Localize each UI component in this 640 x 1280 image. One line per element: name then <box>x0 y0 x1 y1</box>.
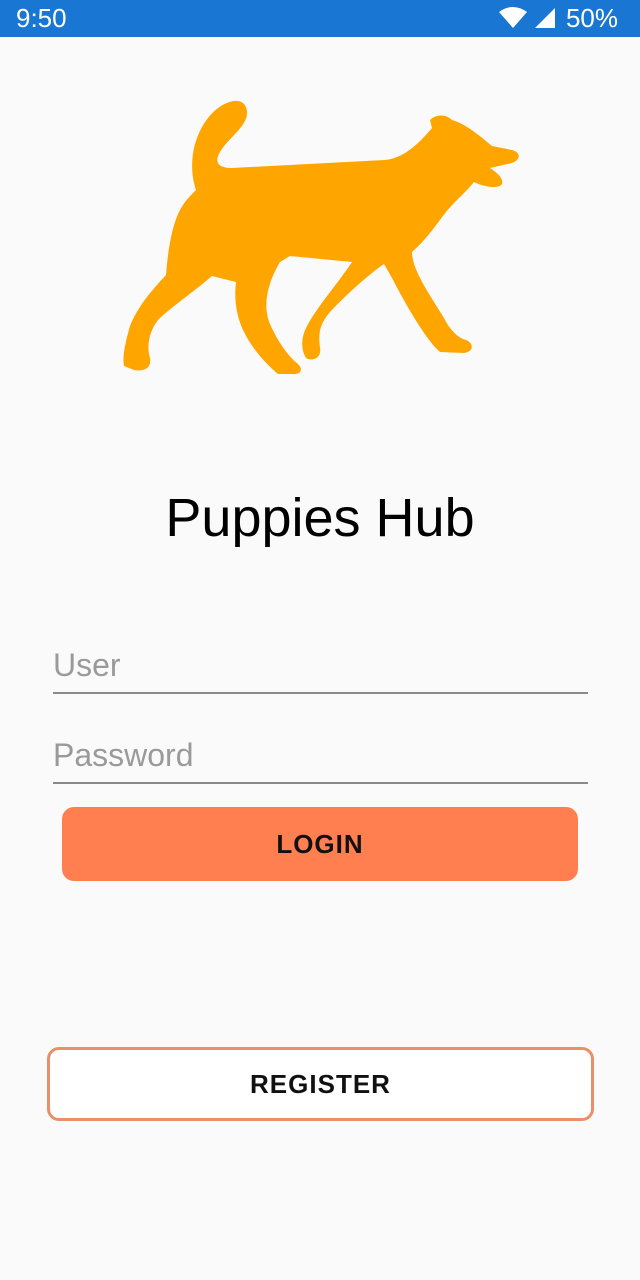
register-button[interactable]: REGISTER <box>47 1047 594 1121</box>
battery-percentage: 50% <box>565 3 618 33</box>
status-icons: 50% <box>498 3 618 33</box>
password-input[interactable] <box>53 728 588 784</box>
login-button[interactable]: LOGIN <box>62 807 578 881</box>
status-bar: 9:50 50% <box>0 0 640 37</box>
dog-icon <box>123 100 519 375</box>
status-time: 9:50 <box>16 3 67 33</box>
app-title: Puppies Hub <box>165 488 475 548</box>
user-input[interactable] <box>53 638 588 694</box>
cellular-signal-icon <box>534 7 556 29</box>
wifi-icon <box>498 6 528 30</box>
